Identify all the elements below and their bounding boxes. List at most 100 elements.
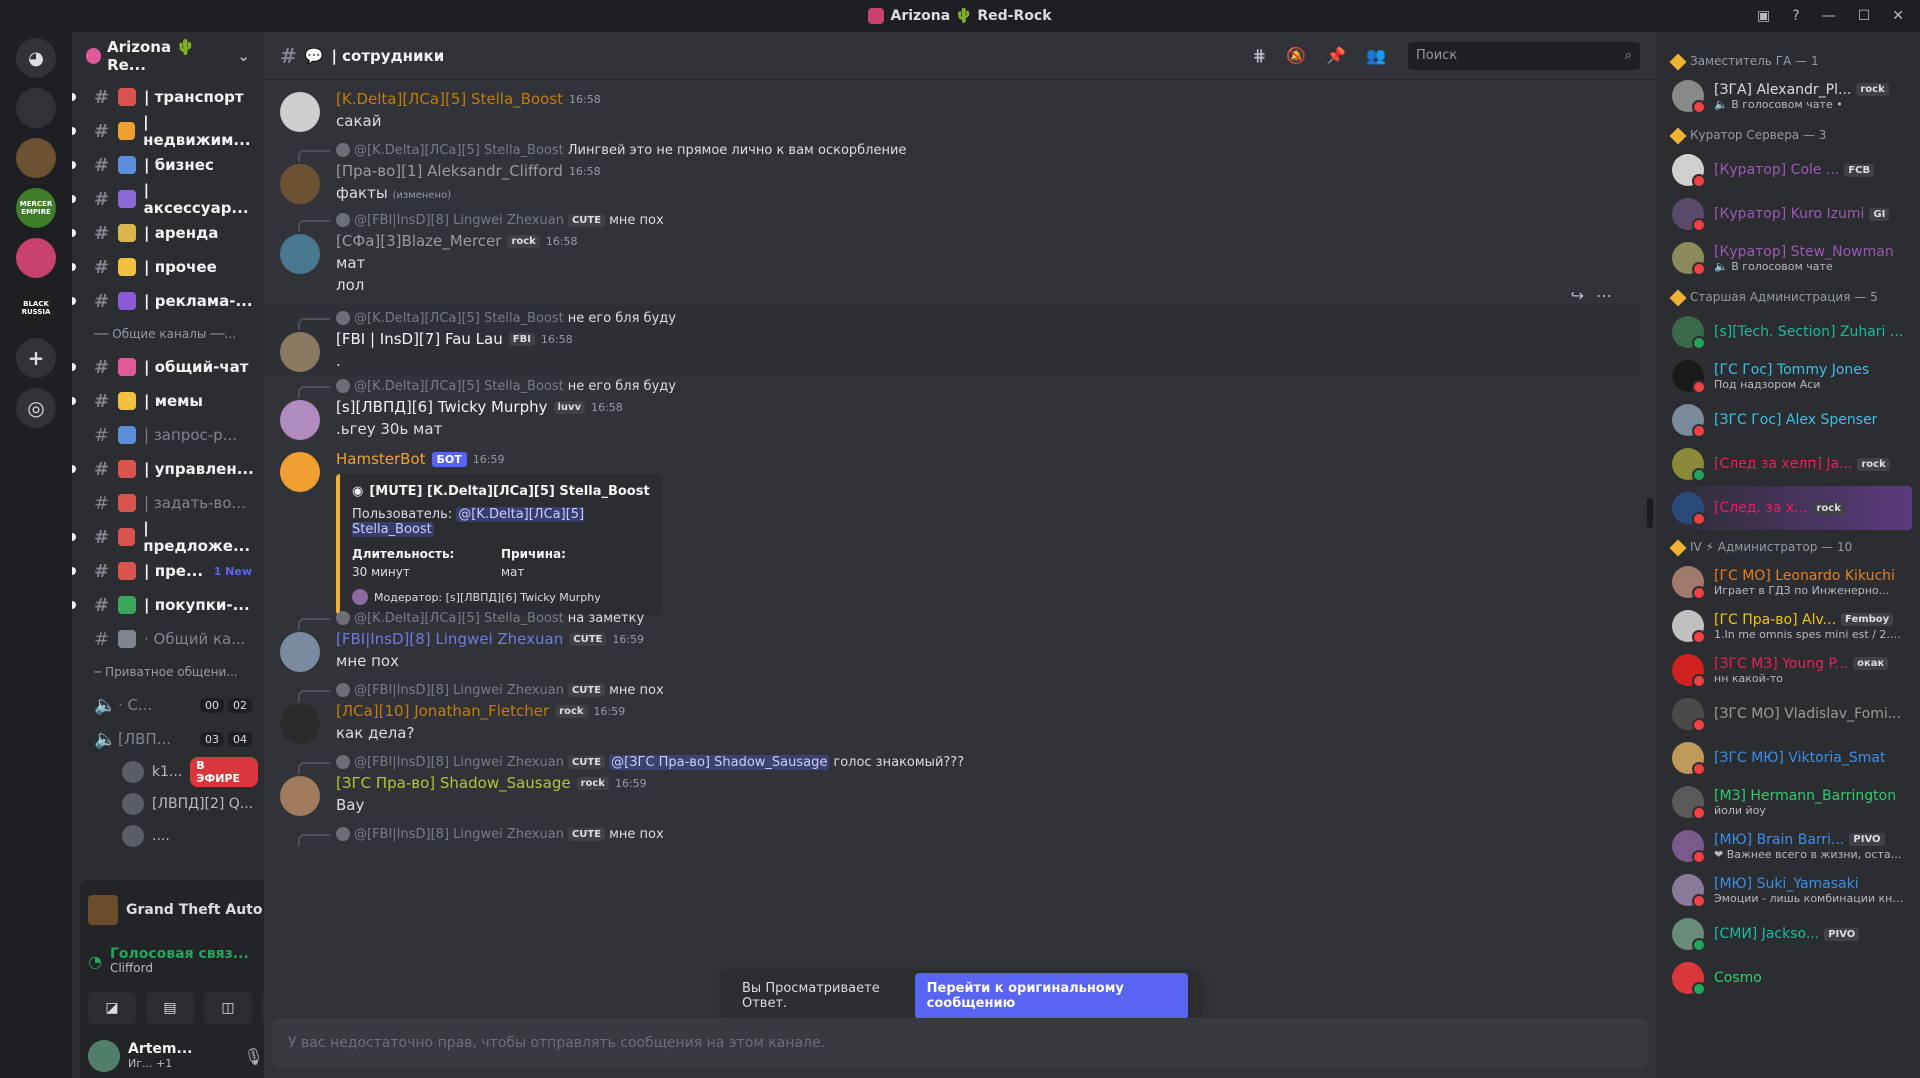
member-item[interactable]: [МЮ] Suki_Yamasaki Эмоции - лишь комбинац…: [1656, 868, 1920, 912]
category-private[interactable]: ─ Приватное общени...: [78, 656, 258, 688]
member-item[interactable]: [МЮ] Brain Barri... PIVO ❤ Важнее всего в …: [1656, 824, 1920, 868]
channel-item[interactable]: # | покупки-...: [72, 588, 258, 622]
voice-channel[interactable]: 🔈 · С... 00 02: [78, 688, 258, 722]
close-icon[interactable]: ✕: [1892, 8, 1904, 24]
reply-preview[interactable]: @[FBI|InsD][8] Lingwei Zhexuan CUTE @[ЗГС …: [298, 752, 1640, 774]
avatar[interactable]: [280, 332, 320, 372]
avatar[interactable]: [280, 92, 320, 132]
microphone-icon[interactable]: 🎙: [243, 1047, 263, 1066]
notifications-muted-icon[interactable]: 🔕: [1286, 46, 1306, 65]
avatar[interactable]: [280, 704, 320, 744]
voice-user[interactable]: ....: [78, 820, 258, 852]
forward-icon[interactable]: ↪: [1571, 286, 1584, 305]
author-name[interactable]: HamsterBot: [336, 450, 426, 468]
jump-to-original-button[interactable]: Перейти к оригинальному сообщению: [914, 973, 1188, 1019]
category-general[interactable]: ── Общие каналы ──...: [78, 318, 258, 350]
reply-preview[interactable]: @[K.Delta][ЛСа][5] Stella_Boost не его бл…: [298, 376, 1640, 398]
channel-item[interactable]: # | реклама-...: [72, 284, 258, 318]
add-server-icon[interactable]: +: [16, 338, 56, 378]
server-icon-1[interactable]: [16, 138, 56, 178]
more-icon[interactable]: ⋯: [1596, 286, 1612, 305]
minimize-icon[interactable]: —: [1822, 8, 1836, 24]
member-item[interactable]: [МЗ] Hermann_Barrington йоли йоу: [1656, 780, 1920, 824]
member-item[interactable]: [СМИ] Jackso... PIVO: [1656, 912, 1920, 956]
channel-item[interactable]: # | аренда: [72, 216, 258, 250]
member-item[interactable]: [ЗГС МЮ] Viktoria_Smat: [1656, 736, 1920, 780]
channel-item[interactable]: # · Общий ка...: [78, 622, 258, 656]
server-icon-0[interactable]: [16, 88, 56, 128]
reply-preview[interactable]: @[FBI|InsD][8] Lingwei Zhexuan CUTE мне по…: [298, 210, 1640, 232]
pin-icon[interactable]: 📌: [1326, 46, 1346, 65]
server-icon-4[interactable]: BLACK RUSSIA: [16, 288, 56, 328]
avatar[interactable]: [280, 400, 320, 440]
reply-preview[interactable]: @[FBI|InsD][8] Lingwei Zhexuan CUTE мне по…: [298, 680, 1640, 702]
author-name[interactable]: [СФа][3]Blaze_Mercer: [336, 232, 501, 250]
channel-item[interactable]: # | прочее: [72, 250, 258, 284]
author-name[interactable]: [s][ЛВПД][6] Twicky Murphy: [336, 398, 548, 416]
inbox-icon[interactable]: ▣: [1757, 8, 1770, 24]
server-icon-3[interactable]: [16, 238, 56, 278]
author-name[interactable]: [FBI | InsD][7] Fau Lau: [336, 330, 503, 348]
author-name[interactable]: [K.Delta][ЛСа][5] Stella_Boost: [336, 90, 563, 108]
server-icon-2[interactable]: MERCER EMPIRE: [16, 188, 56, 228]
member-item[interactable]: [ЗГС МЗ] Young P... окак нн какой-то: [1656, 648, 1920, 692]
voice-user[interactable]: k1... В ЭФИРЕ: [78, 756, 258, 788]
channel-item[interactable]: # | бизнес: [72, 148, 258, 182]
reply-preview[interactable]: @[K.Delta][ЛСа][5] Stella_Boost не его бл…: [298, 308, 1640, 330]
channel-item[interactable]: # | запрос-р...: [78, 418, 258, 452]
reply-preview[interactable]: @[FBI|InsD][8] Lingwei Zhexuan CUTE мне по…: [298, 824, 1640, 846]
signal-icon[interactable]: ◔: [88, 952, 102, 971]
help-icon[interactable]: ?: [1792, 8, 1799, 24]
member-item[interactable]: [ГС Гос] Tommy Jones Под надзором Аси: [1656, 354, 1920, 398]
author-name[interactable]: [Пра-во][1] Aleksandr_Clifford: [336, 162, 563, 180]
search-input[interactable]: Поиск ⌕: [1408, 41, 1640, 70]
author-name[interactable]: [ЗГС Пра-во] Shadow_Sausage: [336, 774, 571, 792]
avatar[interactable]: [280, 848, 320, 888]
user-mention[interactable]: @[K.Delta][ЛСа][5] Stella_Boost: [352, 507, 585, 537]
author-name[interactable]: [FBI|InsD][8] Lingwei Zhexuan: [336, 630, 563, 648]
threads-icon[interactable]: ⋕: [1253, 46, 1266, 65]
member-item[interactable]: [След. за х... rock: [1656, 486, 1912, 530]
avatar[interactable]: [280, 234, 320, 274]
avatar[interactable]: [280, 632, 320, 672]
member-item[interactable]: [След за хелп] Ja... rock: [1656, 442, 1920, 486]
avatar[interactable]: [280, 776, 320, 816]
channel-item[interactable]: # | предложе...: [72, 519, 258, 555]
member-item[interactable]: [ЗГС Гос] Alex Spenser: [1656, 398, 1920, 442]
avatar[interactable]: [280, 164, 320, 204]
camera-off-button[interactable]: ◪: [88, 992, 136, 1024]
discord-home-icon[interactable]: ◕: [16, 38, 56, 78]
channel-item[interactable]: # | пре... 1 New: [72, 554, 258, 588]
member-item[interactable]: [ЗГС МО] Vladislav_Fomi...: [1656, 692, 1920, 736]
channel-item[interactable]: # | управлен...: [72, 452, 258, 486]
member-item[interactable]: [Куратор] Stew_Nowman 🔈 В голосовом чате: [1656, 236, 1920, 280]
activity-button[interactable]: ◫: [204, 992, 252, 1024]
member-item[interactable]: [s][Tech. Section] Zuhari ...: [1656, 310, 1920, 354]
member-list-icon[interactable]: 👥: [1366, 46, 1386, 65]
scrollbar[interactable]: [1647, 498, 1653, 528]
reply-preview[interactable]: @[K.Delta][ЛСа][5] Stella_Boost на заметк…: [298, 608, 1640, 630]
member-item[interactable]: [Куратор] Cole ... FCB: [1656, 148, 1920, 192]
channel-item[interactable]: # | аксессуар...: [72, 181, 258, 217]
screen-share-button[interactable]: ▤: [146, 992, 194, 1024]
member-item[interactable]: [ГС Пра-во] Alv... Femboy 1.In me omnis sp…: [1656, 604, 1920, 648]
user-info[interactable]: Artem... Иг... +1: [128, 1041, 192, 1070]
message-composer[interactable]: У вас недостаточно прав, чтобы отправлят…: [272, 1018, 1648, 1068]
member-item[interactable]: Cosmo: [1656, 956, 1920, 1000]
member-item[interactable]: [ЗГА] Alexandr_Pl... rock 🔈 В голосовом ча…: [1656, 74, 1920, 118]
member-item[interactable]: [Куратор] Kuro Izumi GI: [1656, 192, 1920, 236]
channel-item[interactable]: # | мемы: [72, 384, 258, 418]
server-header[interactable]: Arizona 🌵 Re... ⌄: [72, 32, 264, 80]
channel-item[interactable]: # | задать-во...: [78, 486, 258, 520]
channel-item[interactable]: # | недвижим...: [72, 113, 258, 149]
avatar[interactable]: [88, 1040, 120, 1072]
member-item[interactable]: [ГС МО] Leonardo Kikuchi Играет в ГДЗ по …: [1656, 560, 1920, 604]
maximize-icon[interactable]: ☐: [1858, 8, 1871, 24]
explore-icon[interactable]: ◎: [16, 388, 56, 428]
voice-channel[interactable]: 🔈 [ЛВП... 03 04: [78, 722, 258, 756]
reply-preview[interactable]: @[K.Delta][ЛСа][5] Stella_Boost Лингвей э…: [298, 140, 1640, 162]
channel-item[interactable]: # | общий-чат: [72, 350, 258, 384]
author-name[interactable]: [ЛСа][10] Jonathan_Fletcher: [336, 702, 549, 720]
avatar[interactable]: [280, 452, 320, 492]
channel-item[interactable]: # | транспорт: [72, 80, 258, 114]
